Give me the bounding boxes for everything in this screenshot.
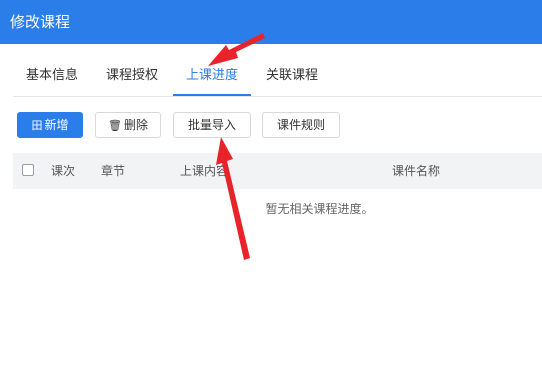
arrow-to-import-button [216,137,250,260]
annotation-arrows [208,33,265,260]
arrow-to-progress-tab [208,33,265,66]
